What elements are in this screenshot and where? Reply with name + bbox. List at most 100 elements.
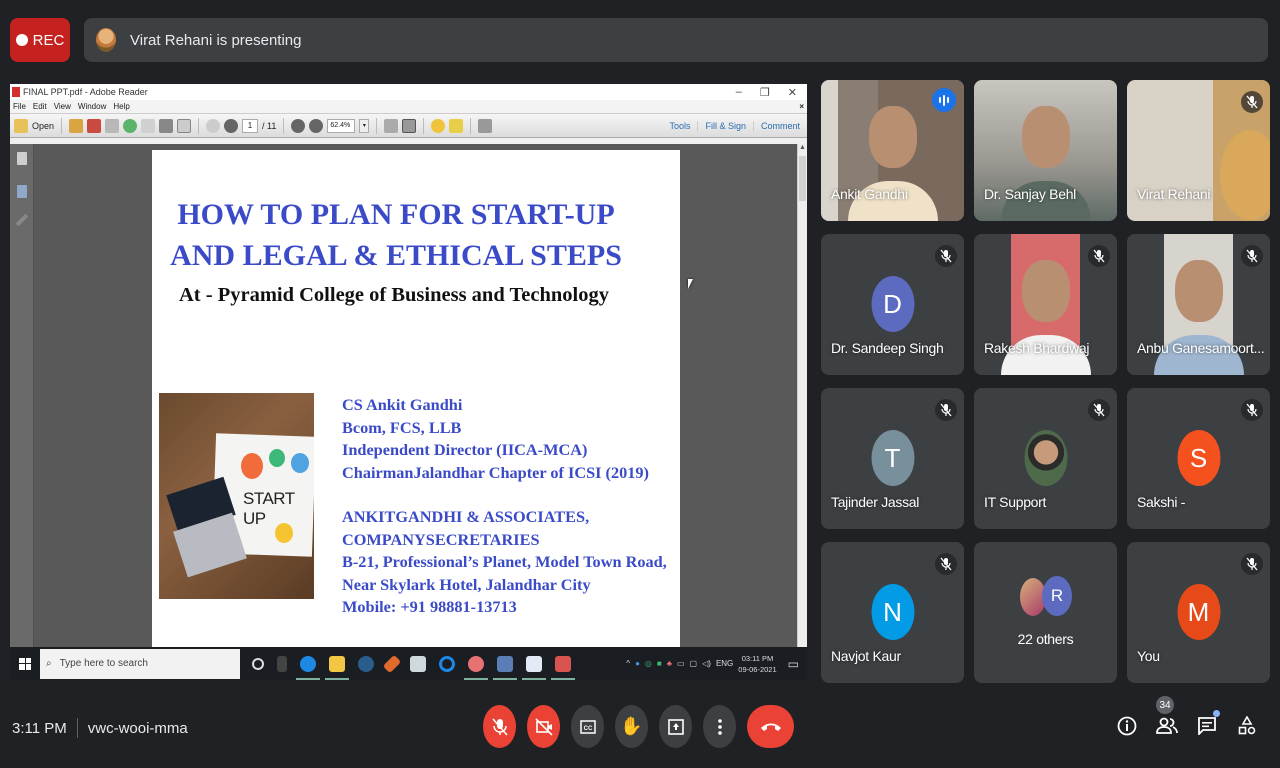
zoom-dropdown[interactable]: ▾ [359, 118, 370, 133]
restore-button[interactable]: ❐ [760, 86, 770, 99]
zoom-level-input[interactable]: 62.4% [327, 118, 356, 133]
folder-icon[interactable] [14, 118, 28, 133]
minimize-button[interactable]: – [736, 86, 742, 99]
python-icon[interactable] [410, 655, 426, 672]
notifications-icon[interactable]: ▭ [788, 657, 799, 671]
bluetooth-icon[interactable]: ● [635, 659, 640, 668]
bookmarks-icon[interactable] [16, 185, 27, 198]
word-icon[interactable] [493, 655, 517, 680]
menu-file[interactable]: File [13, 102, 26, 111]
adobe-reader-icon[interactable] [551, 655, 575, 680]
print-icon[interactable] [159, 118, 174, 133]
file-explorer-icon[interactable] [325, 655, 349, 680]
participant-tile[interactable]: S Sakshi - [1127, 388, 1270, 529]
taskbar-clock[interactable]: 03:11 PM 09-06-2021 [738, 653, 776, 675]
page-thumbnails-icon[interactable] [16, 152, 27, 165]
save-icon[interactable] [141, 118, 156, 133]
email-icon[interactable] [177, 118, 192, 133]
edge-icon[interactable] [296, 655, 320, 680]
raise-hand-button[interactable]: ✋ [615, 705, 648, 748]
meeting-details-button[interactable] [1116, 712, 1138, 740]
taskbar-search-input[interactable]: ⌕ Type here to search [40, 648, 240, 679]
leave-call-button[interactable] [747, 705, 794, 748]
participant-tile[interactable]: Rakesh Bhardwaj [974, 234, 1117, 375]
windows-start-icon[interactable] [19, 657, 31, 670]
slide-title: HOW TO PLAN FOR START-UP AND LEGAL & ETH… [152, 194, 680, 276]
activities-button[interactable] [1236, 712, 1258, 740]
present-now-button[interactable] [659, 705, 692, 748]
fill-sign-link[interactable]: Fill & Sign [697, 120, 753, 131]
matlab-icon[interactable] [382, 654, 402, 673]
chrome-icon[interactable] [464, 655, 488, 680]
menu-help[interactable]: Help [113, 102, 129, 111]
network-icon[interactable]: ▢ [690, 659, 698, 668]
camera-toggle-button[interactable] [527, 705, 560, 748]
meeting-code[interactable]: vwc-wooi-mma [88, 720, 188, 737]
menu-edit[interactable]: Edit [33, 102, 47, 111]
svg-text:CC: CC [583, 726, 592, 732]
participant-tile[interactable]: D Dr. Sandeep Singh [821, 234, 964, 375]
zoom-out-icon[interactable] [291, 118, 306, 133]
highlight-icon[interactable] [449, 118, 464, 133]
adobe-menu-bar: File Edit View Window Help × [10, 100, 807, 114]
next-page-icon[interactable] [224, 118, 239, 133]
show-hidden-icons[interactable]: ^ [626, 659, 630, 668]
open-button[interactable]: Open [32, 121, 54, 131]
upload-icon[interactable] [123, 118, 138, 133]
participant-name: Dr. Sanjay Behl [984, 186, 1076, 202]
comment-link[interactable]: Comment [752, 120, 807, 131]
participant-name: Virat Rehani [1137, 186, 1211, 202]
participant-tile[interactable]: Dr. Sanjay Behl [974, 80, 1117, 221]
volume-icon[interactable]: ◁) [702, 659, 711, 668]
startup-image: START UP [159, 393, 314, 599]
sync-icon[interactable]: ◎ [645, 659, 652, 668]
page-number-input[interactable]: 1 [242, 118, 259, 133]
document-icon[interactable] [522, 655, 546, 680]
presenter-avatar [96, 28, 116, 52]
menu-view[interactable]: View [54, 102, 71, 111]
app-tray-icon[interactable]: ♣ [667, 659, 672, 668]
opera-icon[interactable] [439, 655, 455, 672]
close-document-button[interactable]: × [799, 102, 807, 111]
fit-page-icon[interactable] [384, 118, 399, 133]
cortana-icon[interactable] [252, 657, 264, 670]
participant-count-badge: 34 [1156, 696, 1174, 714]
participants-button[interactable]: 34 [1156, 696, 1178, 740]
battery-icon[interactable]: ▭ [677, 659, 685, 668]
participant-tile[interactable]: Ankit Gandhi [821, 80, 964, 221]
create-pdf-icon[interactable] [69, 118, 84, 133]
info-line: COMPANYSECRETARIES [342, 529, 540, 549]
scroll-mode-icon[interactable] [402, 118, 417, 133]
slide-title-line1: HOW TO PLAN FOR START-UP [177, 198, 615, 231]
more-options-button[interactable] [703, 705, 736, 748]
microphone-toggle-button[interactable] [483, 705, 516, 748]
participant-tile[interactable]: T Tajinder Jassal [821, 388, 964, 529]
participant-tile[interactable]: N Navjot Kaur [821, 542, 964, 683]
previous-page-icon[interactable] [206, 118, 221, 133]
captions-button[interactable]: CC [571, 705, 604, 748]
tools-link[interactable]: Tools [662, 121, 697, 131]
clock-date: 09-06-2021 [738, 664, 777, 674]
vertical-scrollbar[interactable]: ▲ [797, 144, 807, 647]
security-icon[interactable]: ■ [657, 659, 662, 668]
participant-tile[interactable]: M You [1127, 542, 1270, 683]
participant-tile[interactable]: Anbu Ganesamoort... [1127, 234, 1270, 375]
adobe-toolbar: Open 1 / 11 62.4% ▾ Tools Fill & Sign Co… [10, 114, 807, 138]
convert-pdf-icon[interactable] [87, 118, 102, 133]
menu-window[interactable]: Window [78, 102, 106, 111]
language-indicator[interactable]: ENG [716, 659, 733, 668]
zoom-in-icon[interactable] [309, 118, 324, 133]
people-icon [1156, 717, 1178, 734]
fullscreen-icon[interactable] [478, 118, 493, 133]
mouse-cursor-icon [688, 279, 696, 289]
participant-tile[interactable]: R 22 others [974, 542, 1117, 683]
attachments-icon[interactable] [15, 213, 28, 227]
participant-tile[interactable]: IT Support [974, 388, 1117, 529]
chat-button[interactable] [1196, 710, 1220, 740]
comment-icon[interactable] [431, 118, 446, 133]
task-view-icon[interactable] [277, 655, 287, 672]
edit-pdf-icon[interactable] [105, 118, 120, 133]
app-icon[interactable] [358, 655, 374, 672]
participant-tile[interactable]: Virat Rehani [1127, 80, 1270, 221]
close-button[interactable]: ✕ [788, 86, 797, 99]
